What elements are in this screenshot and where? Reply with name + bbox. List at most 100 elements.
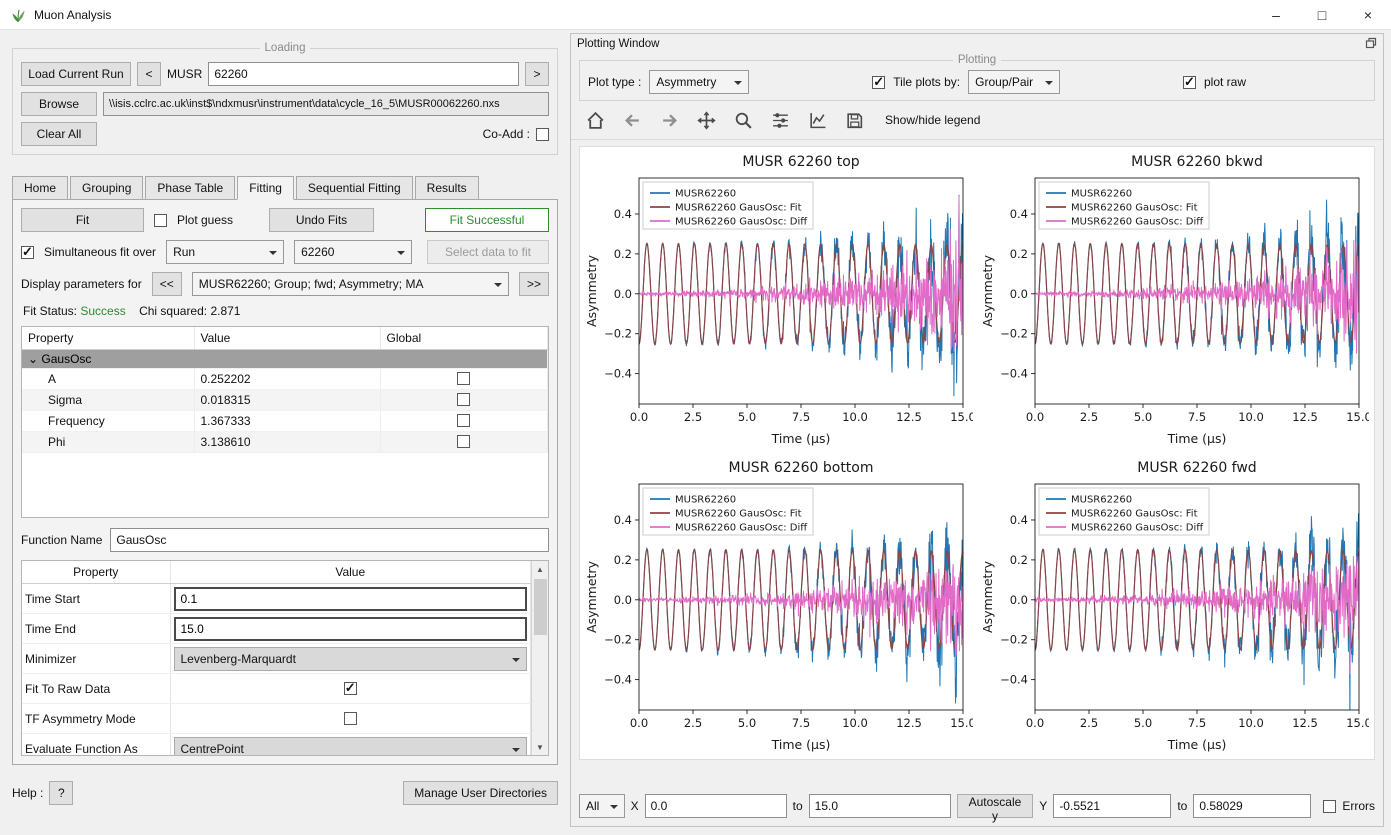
plot-guess-checkbox[interactable] (154, 214, 167, 227)
fit-to-raw-data-checkbox[interactable] (344, 682, 357, 695)
titlebar[interactable]: Muon Analysis – □ × (0, 0, 1391, 30)
svg-text:10.0: 10.0 (1238, 716, 1264, 730)
file-path-field[interactable] (103, 92, 549, 116)
next-run-button[interactable]: > (525, 62, 549, 86)
minimizer-dropdown[interactable]: Levenberg-Marquardt (174, 647, 528, 671)
subplot-1[interactable]: 0.02.55.07.510.012.515.0−0.4−0.20.00.20.… (979, 150, 1369, 450)
global-checkbox[interactable] (457, 393, 470, 406)
clear-all-button[interactable]: Clear All (21, 122, 97, 146)
scrollbar-thumb[interactable] (534, 579, 547, 635)
load-current-run-button[interactable]: Load Current Run (21, 62, 131, 86)
svg-text:MUSR62260 GausOsc: Diff: MUSR62260 GausOsc: Diff (675, 217, 808, 228)
time-end-input[interactable] (174, 617, 528, 641)
param-name: Frequency (22, 411, 194, 432)
x-min-input[interactable] (645, 794, 787, 818)
browse-button[interactable]: Browse (21, 92, 97, 116)
time-start-input[interactable] (174, 587, 528, 611)
home-button[interactable] (583, 108, 607, 132)
zoom-icon (734, 111, 753, 130)
tab-sequential-fitting[interactable]: Sequential Fitting (296, 176, 413, 200)
evaluate-function-as-dropdown[interactable]: CentrePoint (174, 737, 528, 757)
param-name: A (22, 369, 194, 390)
autoscale-y-button[interactable]: Autoscale y (957, 794, 1034, 818)
previous-run-button[interactable]: < (137, 62, 161, 86)
y-range-label: Y (1039, 799, 1047, 813)
dataset-dropdown[interactable]: MUSR62260; Group; fwd; Asymmetry; MA (192, 272, 509, 296)
save-button[interactable] (842, 108, 866, 132)
plot-raw-checkbox[interactable] (1183, 76, 1196, 89)
close-icon[interactable]: × (1345, 0, 1391, 29)
table-row[interactable]: Sigma 0.018315 (22, 390, 548, 411)
manage-user-directories-button[interactable]: Manage User Directories (403, 781, 558, 805)
subplot-2[interactable]: 0.02.55.07.510.012.515.0−0.4−0.20.00.20.… (583, 456, 973, 756)
minimize-icon[interactable]: – (1253, 0, 1299, 29)
back-button[interactable] (620, 108, 644, 132)
forward-button[interactable] (657, 108, 681, 132)
param-value[interactable]: 1.367333 (194, 411, 380, 432)
svg-text:0.4: 0.4 (614, 513, 632, 527)
float-window-icon[interactable] (1365, 37, 1377, 52)
setting-name: Time End (22, 614, 170, 644)
param-value[interactable]: 3.138610 (194, 432, 380, 453)
maximize-icon[interactable]: □ (1299, 0, 1345, 29)
edit-axes-button[interactable] (805, 108, 829, 132)
figure-grid[interactable]: 0.02.55.07.510.012.515.0−0.4−0.20.00.20.… (583, 150, 1371, 756)
param-header-property: Property (22, 327, 194, 350)
fit-over-dropdown[interactable]: Run (166, 240, 284, 264)
svg-text:7.5: 7.5 (792, 716, 810, 730)
tile-plots-checkbox[interactable] (872, 76, 885, 89)
param-value[interactable]: 0.018315 (194, 390, 380, 411)
param-header-value: Value (194, 327, 380, 350)
forward-arrow-icon (660, 111, 679, 130)
settings-scrollbar[interactable]: ▲ ▼ (531, 561, 548, 755)
select-data-button[interactable]: Select data to fit (427, 240, 549, 264)
previous-dataset-button[interactable]: << (152, 272, 182, 296)
table-row[interactable]: A 0.252202 (22, 369, 548, 390)
errors-checkbox[interactable] (1323, 800, 1336, 813)
plot-type-dropdown[interactable]: Asymmetry (649, 70, 749, 94)
function-group-row[interactable]: ⌄ GausOsc (22, 350, 548, 369)
function-name-input[interactable] (110, 528, 549, 552)
y-max-input[interactable] (1193, 794, 1311, 818)
scope-dropdown[interactable]: All (579, 794, 625, 818)
global-checkbox[interactable] (457, 435, 470, 448)
x-max-input[interactable] (809, 794, 951, 818)
tab-fitting[interactable]: Fitting (237, 176, 294, 200)
y-min-input[interactable] (1053, 794, 1171, 818)
show-hide-legend-button[interactable]: Show/hide legend (885, 113, 980, 127)
table-row[interactable]: Frequency 1.367333 (22, 411, 548, 432)
tab-home[interactable]: Home (12, 176, 68, 200)
param-value[interactable]: 0.252202 (194, 369, 380, 390)
undo-fits-button[interactable]: Undo Fits (269, 208, 374, 232)
next-dataset-button[interactable]: >> (519, 272, 549, 296)
subplot-0[interactable]: 0.02.55.07.510.012.515.0−0.4−0.20.00.20.… (583, 150, 973, 450)
scroll-up-icon[interactable]: ▲ (532, 561, 548, 577)
global-checkbox[interactable] (457, 414, 470, 427)
pan-button[interactable] (694, 108, 718, 132)
fit-button[interactable]: Fit (21, 208, 144, 232)
run-number-input[interactable] (208, 62, 519, 86)
table-row[interactable]: Phi 3.138610 (22, 432, 548, 453)
simultaneous-fit-checkbox[interactable] (21, 246, 34, 259)
plotting-window-titlebar[interactable]: Plotting Window (571, 34, 1383, 54)
zoom-button[interactable] (731, 108, 755, 132)
tab-grouping[interactable]: Grouping (70, 176, 143, 200)
global-checkbox[interactable] (457, 372, 470, 385)
tile-by-dropdown[interactable]: Group/Pair (968, 70, 1060, 94)
svg-text:MUSR62260: MUSR62260 (1071, 495, 1132, 506)
run-selector-dropdown[interactable]: 62260 (294, 240, 412, 264)
subplot-3[interactable]: 0.02.55.07.510.012.515.0−0.4−0.20.00.20.… (979, 456, 1369, 756)
svg-text:Time (μs): Time (μs) (1167, 431, 1227, 446)
tf-asymmetry-mode-checkbox[interactable] (344, 712, 357, 725)
help-button[interactable]: ? (49, 781, 73, 805)
tab-phase-table[interactable]: Phase Table (145, 176, 235, 200)
co-add-checkbox[interactable] (536, 128, 549, 141)
evaluate-function-as-value: CentrePoint (181, 742, 244, 756)
svg-text:Asymmetry: Asymmetry (980, 560, 995, 633)
tab-results[interactable]: Results (415, 176, 479, 200)
scroll-down-icon[interactable]: ▼ (532, 739, 548, 755)
collapse-icon[interactable]: ⌄ (28, 352, 41, 366)
fit-successful-button[interactable]: Fit Successful (425, 208, 549, 232)
configure-subplots-button[interactable] (768, 108, 792, 132)
table-row: TF Asymmetry Mode (22, 704, 531, 734)
